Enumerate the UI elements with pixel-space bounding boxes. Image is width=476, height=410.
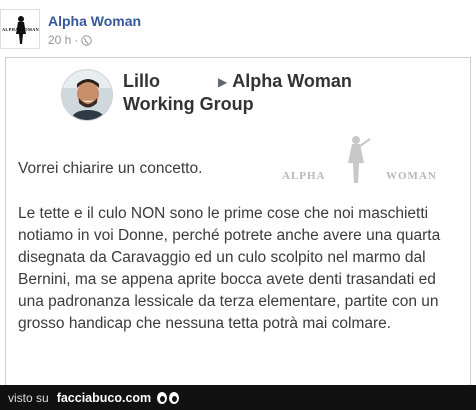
post-text: Vorrei chiarire un concetto. Le tette e … <box>18 158 463 335</box>
post-header: ALPHA WOMAN Alpha Woman 20 h · <box>0 0 476 60</box>
arrow-right-icon: ▶ <box>218 74 228 89</box>
page-avatar[interactable]: ALPHA WOMAN <box>0 9 40 49</box>
page-name-link[interactable]: Alpha Woman <box>48 13 141 29</box>
post-time[interactable]: 20 h <box>48 33 71 47</box>
footer-visto-label: visto su <box>8 390 49 405</box>
author-line: Lillo ▶ Alpha Woman <box>123 71 352 92</box>
globe-icon <box>81 34 93 46</box>
eye-left <box>157 391 168 404</box>
source-footer: visto su facciabuco.com <box>0 385 476 410</box>
post-body: Le tette e il culo NON sono le prime cos… <box>18 205 441 332</box>
author-avatar[interactable] <box>61 69 113 121</box>
eye-right <box>169 391 180 404</box>
avatar-text: ALPHA WOMAN <box>2 27 39 32</box>
author-name-link[interactable]: Lillo <box>123 71 218 92</box>
eyes-icon <box>157 391 180 404</box>
screenshot-card: Lillo ▶ Alpha Woman Working Group ALPHA … <box>5 57 471 385</box>
footer-site-link[interactable]: facciabuco.com <box>57 391 151 405</box>
meta-separator: · <box>74 33 79 47</box>
group-name-link[interactable]: Alpha Woman <box>232 71 352 92</box>
post-intro: Vorrei chiarire un concetto. <box>18 160 203 177</box>
group-name-continued[interactable]: Working Group <box>123 94 254 115</box>
post-meta: 20 h · <box>48 33 93 47</box>
